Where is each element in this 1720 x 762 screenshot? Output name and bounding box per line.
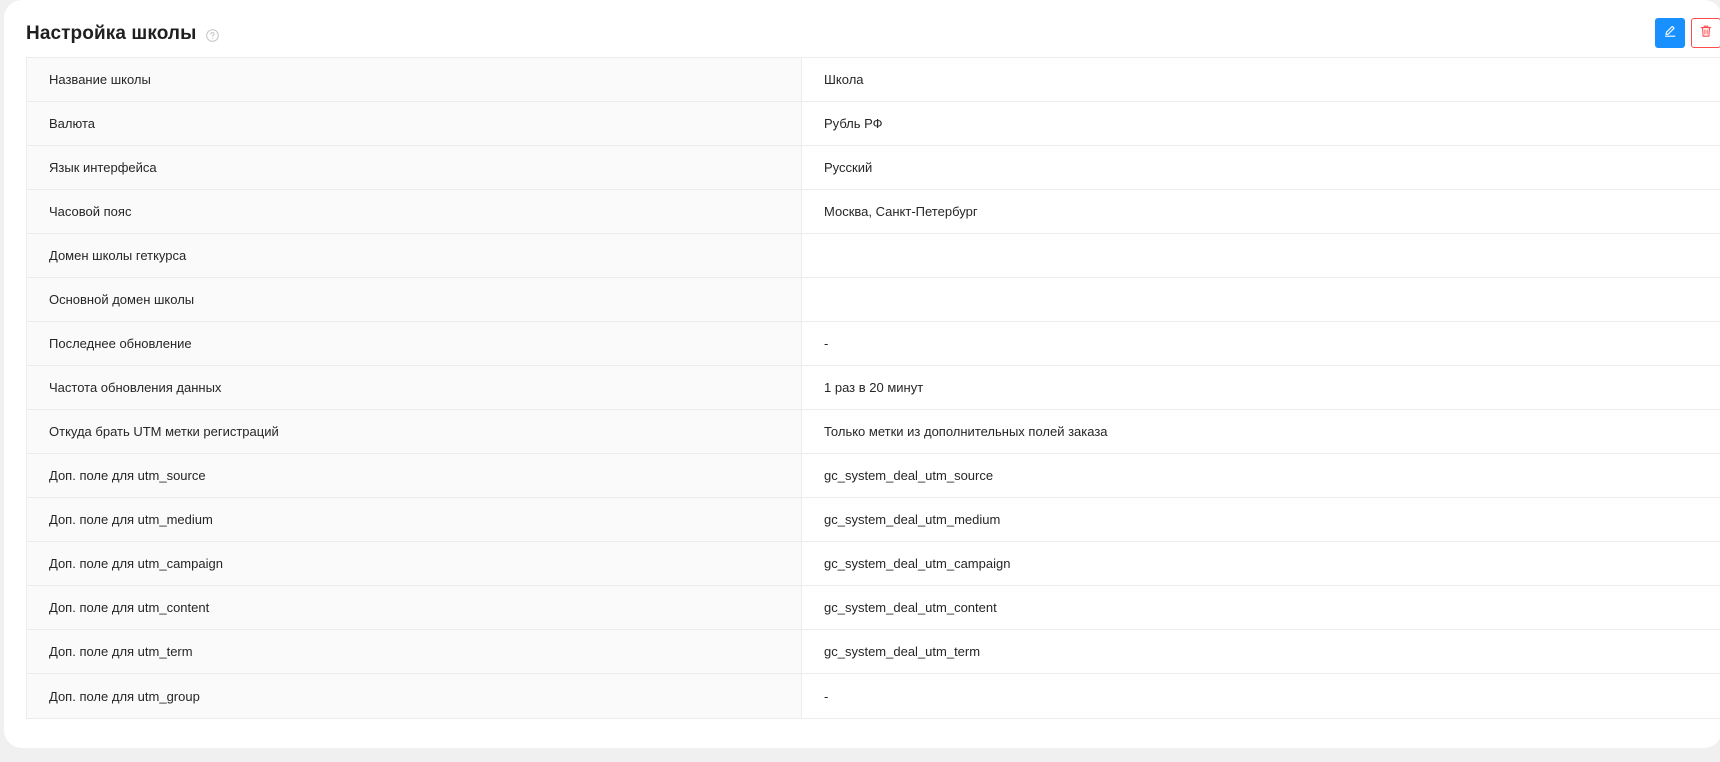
trash-icon [1699, 24, 1713, 43]
school-settings-card: Настройка школы Название школы Школа Вал… [4, 0, 1720, 748]
setting-value: - [824, 336, 829, 351]
table-row: Последнее обновление - [27, 322, 1720, 366]
table-row: Домен школы геткурса [27, 234, 1720, 278]
setting-label: Доп. поле для utm_content [27, 586, 802, 629]
table-row: Название школы Школа [27, 58, 1720, 102]
table-row: Доп. поле для utm_medium gc_system_deal_u… [27, 498, 1720, 542]
settings-table: Название школы Школа Валюта Рубль РФ Язык ин… [26, 57, 1720, 719]
setting-value: Школа [824, 72, 864, 87]
setting-label: Основной домен школы [27, 278, 802, 321]
setting-label: Название школы [27, 58, 802, 101]
table-row: Откуда брать UTM метки регистраций Только… [27, 410, 1720, 454]
setting-value: Русский [824, 160, 873, 175]
setting-label: Доп. поле для utm_group [27, 674, 802, 718]
setting-label: Доп. поле для utm_term [27, 630, 802, 673]
delete-button[interactable] [1691, 18, 1720, 48]
setting-label: Откуда брать UTM метки регистраций [27, 410, 802, 453]
setting-value: Рубль РФ [824, 116, 883, 131]
setting-value: gc_system_deal_utm_content [824, 600, 997, 615]
setting-label: Часовой пояс [27, 190, 802, 233]
setting-label: Доп. поле для utm_source [27, 454, 802, 497]
table-row: Доп. поле для utm_term gc_system_deal_utm… [27, 630, 1720, 674]
setting-value: - [824, 688, 829, 704]
setting-value: Москва, Санкт-Петербург [824, 204, 978, 219]
setting-value: gc_system_deal_utm_campaign [824, 556, 1011, 571]
setting-label: Доп. поле для utm_campaign [27, 542, 802, 585]
table-row: Доп. поле для utm_campaign gc_system_deal… [27, 542, 1720, 586]
table-row: Валюта Рубль РФ [27, 102, 1720, 146]
setting-value [802, 234, 1720, 277]
setting-value [802, 278, 1720, 321]
setting-value: gc_system_deal_utm_term [824, 644, 981, 659]
setting-value: 1 раз в 20 минут [824, 380, 924, 395]
setting-value: gc_system_deal_utm_source [824, 468, 994, 483]
pencil-icon [1663, 24, 1677, 43]
table-row: Язык интерфейса Русский [27, 146, 1720, 190]
table-row: Доп. поле для utm_content gc_system_deal_… [27, 586, 1720, 630]
table-row: Доп. поле для utm_source gc_system_deal_u… [27, 454, 1720, 498]
card-title: Настройка школы [26, 23, 197, 44]
setting-label: Язык интерфейса [27, 146, 802, 189]
table-row: Доп. поле для utm_group - [27, 674, 1720, 718]
setting-label: Домен школы геткурса [27, 234, 802, 277]
setting-label: Частота обновления данных [27, 366, 802, 409]
question-circle-icon[interactable] [206, 29, 220, 42]
table-row: Частота обновления данных 1 раз в 20 мину… [27, 366, 1720, 410]
setting-label: Валюта [27, 102, 802, 145]
setting-value: gc_system_deal_utm_medium [824, 512, 1001, 527]
card-actions [1655, 18, 1720, 48]
setting-value: Только метки из дополнительных полей зак… [824, 424, 1108, 439]
table-row: Часовой пояс Москва, Санкт-Петербург [27, 190, 1720, 234]
card-header: Настройка школы [26, 22, 220, 46]
setting-label: Доп. поле для utm_medium [27, 498, 802, 541]
table-row: Основной домен школы [27, 278, 1720, 322]
setting-label: Последнее обновление [27, 322, 802, 365]
edit-button[interactable] [1655, 18, 1685, 48]
